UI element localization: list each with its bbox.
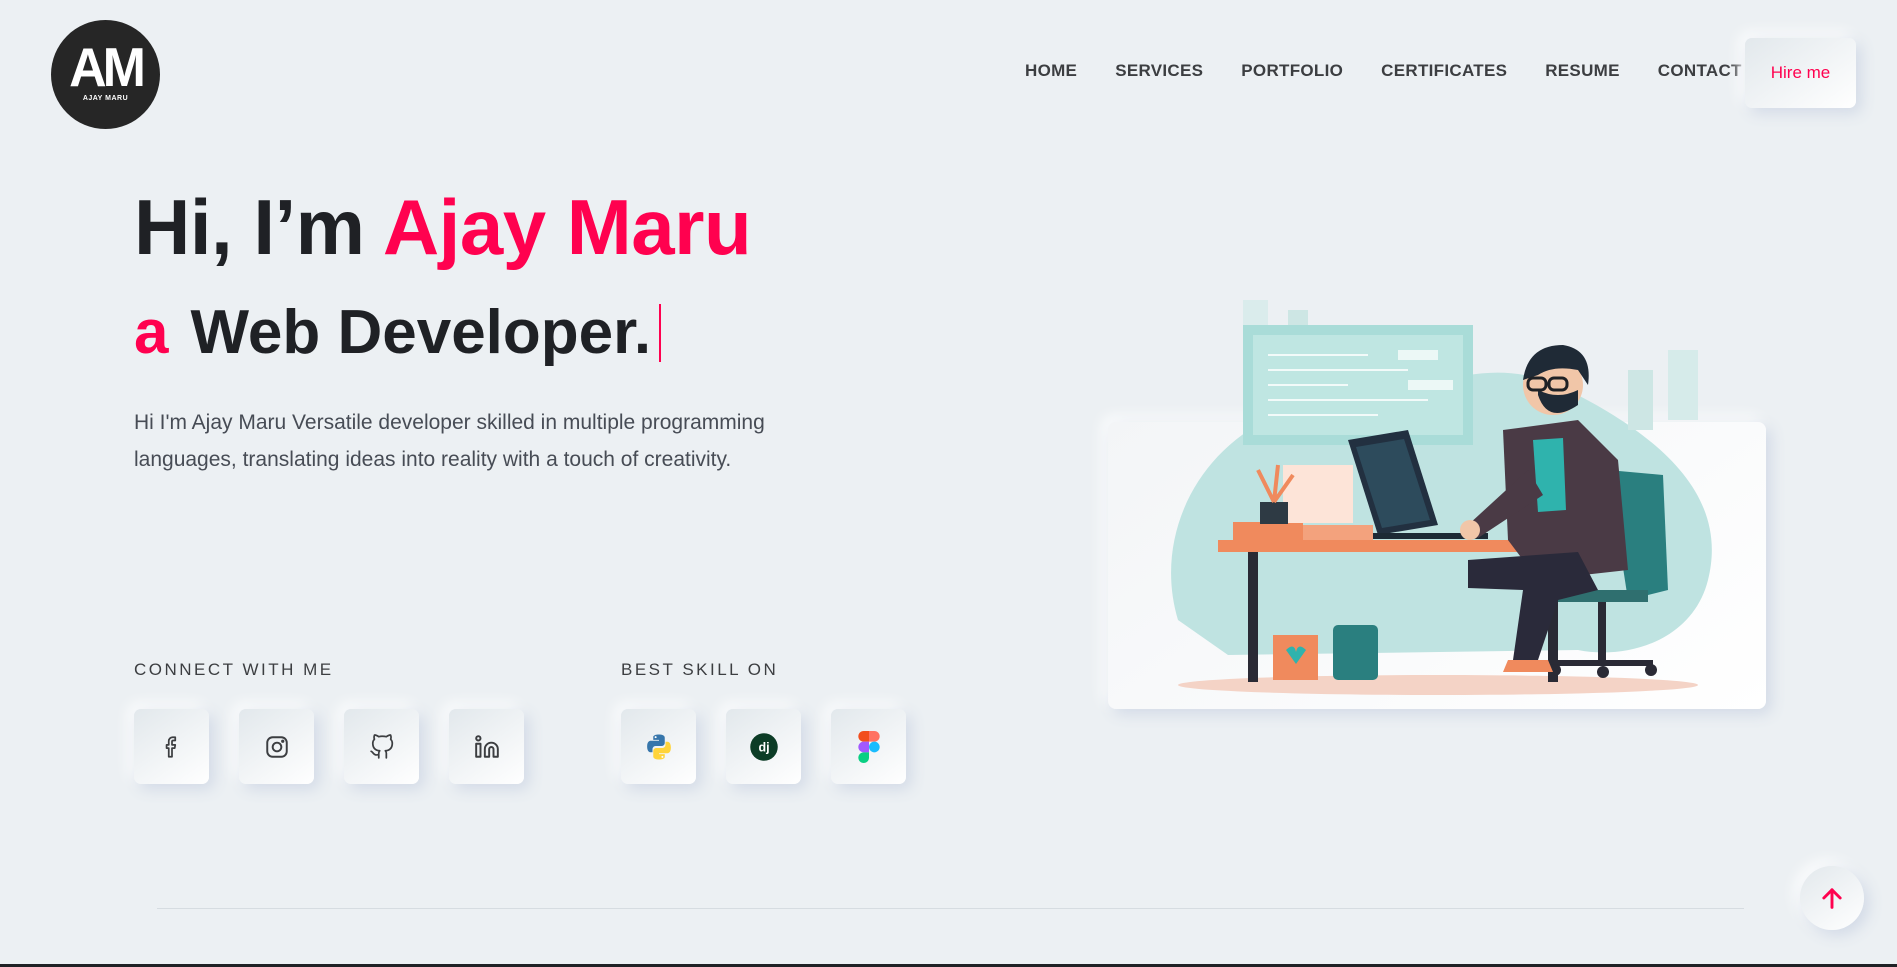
logo-mark: AM [69,37,146,98]
python-skill [621,709,696,784]
linkedin-link[interactable] [449,709,524,784]
main-nav: HOME SERVICES PORTFOLIO CERTIFICATES RES… [1025,62,1742,79]
hero-role: Web Developer. [190,298,652,367]
github-link[interactable] [344,709,419,784]
skill-icons: dj [621,709,906,784]
python-icon [646,734,671,759]
skills-label: BEST SKILL ON [621,660,779,679]
hero-article: a [134,298,169,367]
developer-illustration [1171,300,1712,695]
figma-skill [831,709,906,784]
nav-services[interactable]: SERVICES [1115,62,1203,79]
instagram-link[interactable] [239,709,314,784]
svg-text:dj: dj [758,740,769,754]
arrow-up-icon [1822,888,1842,909]
scroll-to-top-button[interactable] [1800,866,1864,930]
nav-portfolio[interactable]: PORTFOLIO [1241,62,1343,79]
hero-description: Hi I'm Ajay Maru Versatile developer ski… [134,411,765,471]
connect-label: CONNECT WITH ME [134,660,334,679]
hire-me-button[interactable]: Hire me [1745,38,1856,108]
figma-icon [857,730,880,763]
typing-cursor [659,304,662,362]
social-links [134,709,524,784]
instagram-icon [265,735,288,758]
hero-title: Hi, I’m Ajay Maru [134,188,752,266]
nav-certificates[interactable]: CERTIFICATES [1381,62,1507,79]
hero-role-line: a Web Developer. [134,298,662,367]
facebook-link[interactable] [134,709,209,784]
nav-resume[interactable]: RESUME [1545,62,1620,79]
github-icon [369,733,393,759]
nav-contact[interactable]: CONTACT [1658,62,1742,79]
django-skill: dj [726,709,801,784]
hero-name: Ajay Maru [382,183,752,271]
section-divider [157,908,1744,909]
site-logo[interactable]: AM AJAY MARU [51,20,160,129]
django-icon: dj [749,732,778,761]
hero-greeting: Hi, I’m [134,183,383,271]
facebook-icon [165,735,176,758]
nav-home[interactable]: HOME [1025,62,1077,79]
linkedin-icon [474,734,499,758]
